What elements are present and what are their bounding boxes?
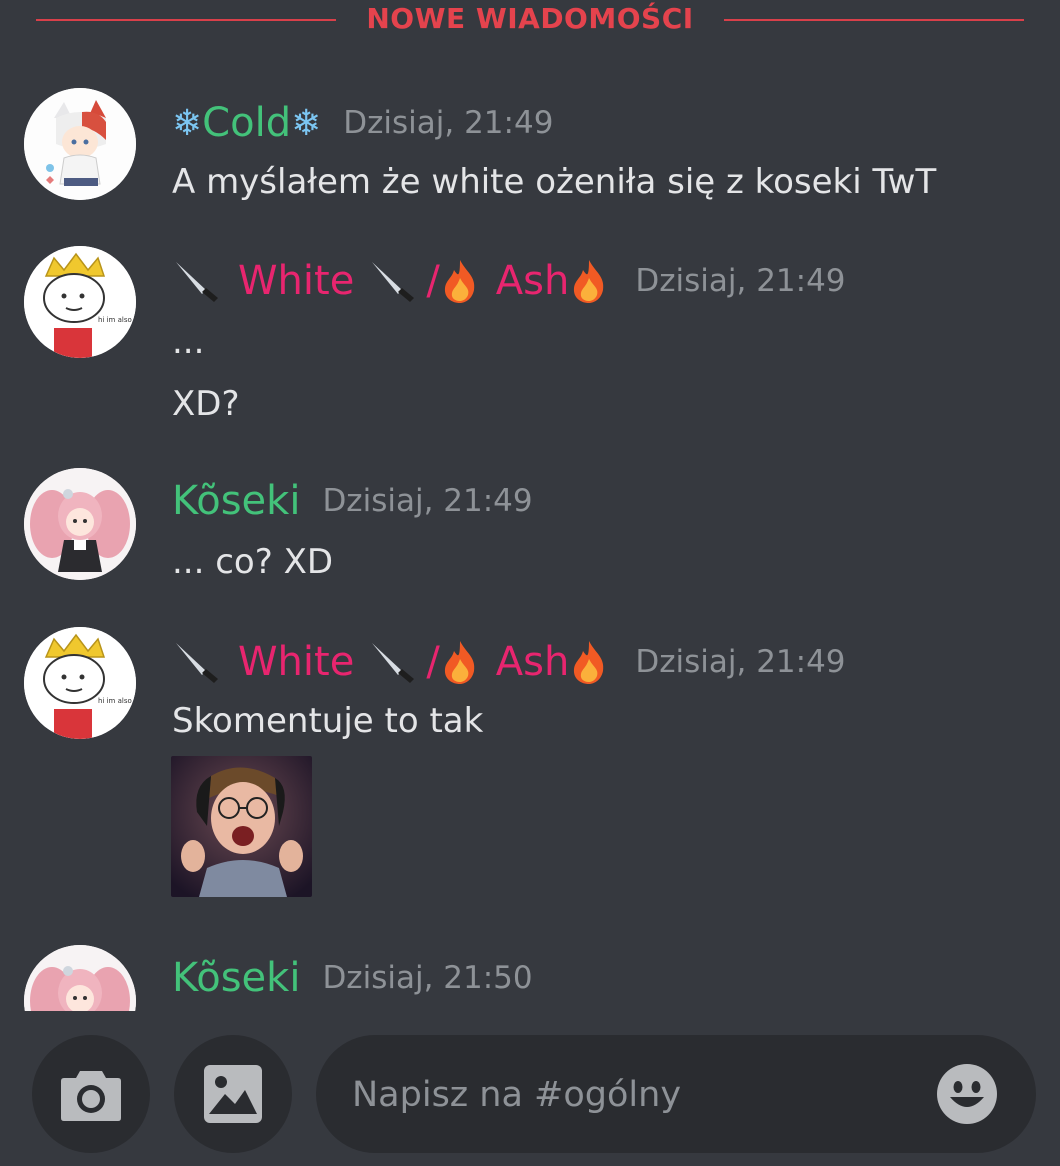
fire-icon: [440, 258, 480, 304]
timestamp: Dzisiaj, 21:49: [635, 644, 846, 680]
name-separator: /: [426, 639, 440, 685]
knife-icon: [172, 256, 224, 306]
fire-icon: [569, 258, 609, 304]
knife-icon: [368, 637, 420, 687]
fire-icon: [440, 639, 480, 685]
author-name-ash[interactable]: Ash: [496, 258, 570, 304]
message-input[interactable]: [350, 1069, 914, 1121]
name-separator: /: [426, 258, 440, 304]
image-icon: [204, 1065, 262, 1123]
message-list[interactable]: ❄ Cold ❄ Dzisiaj, 21:49 A myślałem że wh…: [0, 40, 1060, 1011]
message-header: ❄ Cold ❄ Dzisiaj, 21:49: [172, 98, 553, 148]
author-name-white[interactable]: White: [238, 639, 354, 685]
author-name[interactable]: Kõseki: [172, 478, 300, 524]
timestamp: Dzisiaj, 21:49: [343, 105, 554, 141]
message-text: Skomentuje to tak: [172, 701, 484, 741]
timestamp: Dzisiaj, 21:50: [322, 960, 533, 996]
timestamp: Dzisiaj, 21:49: [635, 263, 846, 299]
message-header: White / Ash Dzisiaj, 21:49: [172, 256, 846, 306]
avatar-white[interactable]: hi im also g: [24, 627, 136, 739]
fire-icon: [569, 639, 609, 685]
author-name-ash[interactable]: Ash: [496, 639, 570, 685]
emoji-button[interactable]: [936, 1063, 998, 1125]
author-name-white[interactable]: White: [238, 258, 354, 304]
gallery-button[interactable]: [174, 1035, 292, 1153]
author-name[interactable]: Kõseki: [172, 955, 300, 1001]
new-messages-divider: NOWE WIADOMOŚCI: [0, 0, 1060, 40]
image-attachment[interactable]: [171, 756, 312, 897]
camera-button[interactable]: [32, 1035, 150, 1153]
new-messages-label: NOWE WIADOMOŚCI: [366, 2, 694, 35]
snowflake-icon: ❄: [172, 102, 203, 144]
avatar-caption: hi im also g: [98, 697, 136, 705]
avatar-cold[interactable]: [24, 88, 136, 200]
emoji-icon: [937, 1064, 997, 1124]
avatar-white[interactable]: hi im also g: [24, 246, 136, 358]
message-header: White / Ash Dzisiaj, 21:49: [172, 637, 846, 687]
avatar-koseki[interactable]: [24, 945, 136, 1011]
camera-icon: [61, 1071, 121, 1121]
message-text: ...: [172, 322, 205, 362]
timestamp: Dzisiaj, 21:49: [322, 483, 533, 519]
divider-line-left: [36, 19, 336, 21]
message-text: ... co? XD: [172, 542, 334, 582]
avatar-caption: hi im also g: [98, 316, 136, 324]
message-composer: [0, 1011, 1060, 1166]
message-input-wrapper: [316, 1035, 1036, 1153]
message-header: Kõseki Dzisiaj, 21:50: [172, 953, 533, 1003]
divider-line-right: [724, 19, 1024, 21]
message-text: A myślałem że white ożeniła się z koseki…: [172, 162, 937, 202]
author-name[interactable]: Cold: [202, 100, 291, 146]
knife-icon: [368, 256, 420, 306]
message-header: Kõseki Dzisiaj, 21:49: [172, 476, 533, 526]
avatar-koseki[interactable]: [24, 468, 136, 580]
knife-icon: [172, 637, 224, 687]
message-text: XD?: [172, 384, 240, 424]
snowflake-icon: ❄: [291, 102, 322, 144]
